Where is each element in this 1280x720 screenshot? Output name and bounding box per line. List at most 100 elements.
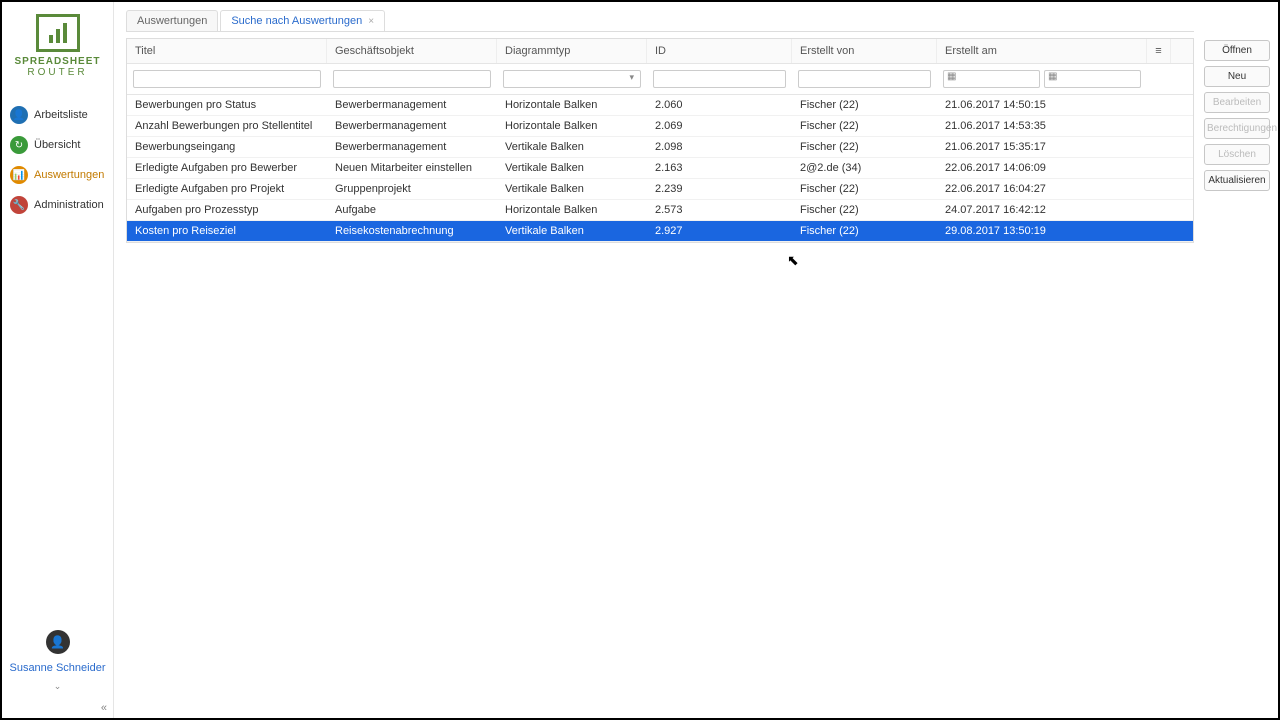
col-am[interactable]: Erstellt am [937,39,1147,63]
grid-body: Bewerbungen pro StatusBewerbermanagement… [127,95,1193,242]
brand-line1: SPREADSHEET [8,56,108,67]
cell-von: 2@2.de (34) [792,158,937,178]
cell-id: 2.927 [647,221,792,241]
close-icon[interactable]: × [368,16,374,27]
new-button[interactable]: Neu [1204,66,1270,87]
results-grid: Titel Geschäftsobjekt Diagrammtyp ID Ers… [126,38,1194,243]
cell-id: 2.239 [647,179,792,199]
table-row[interactable]: Aufgaben pro ProzesstypAufgabeHorizontal… [127,200,1193,221]
cell-obj: Gruppenprojekt [327,179,497,199]
grid-menu-icon[interactable]: ≡ [1147,39,1171,63]
refresh-button[interactable]: Aktualisieren [1204,170,1270,191]
cell-obj: Bewerbermanagement [327,95,497,115]
filter-von[interactable] [798,70,931,88]
col-id[interactable]: ID [647,39,792,63]
sidebar-item-1[interactable]: ↻ Übersicht [2,130,113,160]
sidebar-nav: 👤 Arbeitsliste ↻ Übersicht 📊 Auswertungen 🔧 Adm… [2,100,113,220]
grid-filter-row [127,64,1193,95]
tab-label: Suche nach Auswertungen [231,15,362,27]
cell-am: 22.06.2017 14:06:09 [937,158,1147,178]
filter-date-to[interactable] [1044,70,1141,88]
tab-1[interactable]: Suche nach Auswertungen × [220,10,385,31]
col-obj[interactable]: Geschäftsobjekt [327,39,497,63]
cell-am: 21.06.2017 15:35:17 [937,137,1147,157]
tab-0[interactable]: Auswertungen [126,10,218,31]
table-row[interactable]: Kosten pro ReisezielReisekostenabrechnun… [127,221,1193,242]
cell-am: 29.08.2017 13:50:19 [937,221,1147,241]
filter-typ-select[interactable] [503,70,641,88]
col-titel[interactable]: Titel [127,39,327,63]
tab-bar: Auswertungen Suche nach Auswertungen × [126,10,1194,32]
edit-button[interactable]: Bearbeiten [1204,92,1270,113]
table-row[interactable]: Erledigte Aufgaben pro BewerberNeuen Mit… [127,158,1193,179]
table-row[interactable]: Bewerbungen pro StatusBewerbermanagement… [127,95,1193,116]
action-bar: Öffnen Neu Bearbeiten Berechtigungen Lös… [1200,2,1278,718]
username-label: Susanne Schneider [9,662,105,674]
nav-icon: 👤 [10,106,28,124]
cell-obj: Neuen Mitarbeiter einstellen [327,158,497,178]
nav-icon: ↻ [10,136,28,154]
nav-label: Auswertungen [34,169,104,181]
brand-line2: ROUTER [8,67,108,78]
cell-typ: Vertikale Balken [497,158,647,178]
sidebar-item-3[interactable]: 🔧 Administration [2,190,113,220]
grid-header: Titel Geschäftsobjekt Diagrammtyp ID Ers… [127,39,1193,64]
filter-obj[interactable] [333,70,491,88]
cell-von: Fischer (22) [792,116,937,136]
table-row[interactable]: Erledigte Aufgaben pro ProjektGruppenpro… [127,179,1193,200]
cell-titel: Kosten pro Reiseziel [127,221,327,241]
cell-obj: Reisekostenabrechnung [327,221,497,241]
cell-von: Fischer (22) [792,137,937,157]
cell-titel: Aufgaben pro Prozesstyp [127,200,327,220]
user-block[interactable]: 👤 Susanne Schneider ⌄ [2,622,113,700]
cell-titel: Erledigte Aufgaben pro Projekt [127,179,327,199]
cell-id: 2.573 [647,200,792,220]
nav-icon: 🔧 [10,196,28,214]
nav-icon: 📊 [10,166,28,184]
cell-am: 22.06.2017 16:04:27 [937,179,1147,199]
filter-date-from[interactable] [943,70,1040,88]
tab-label: Auswertungen [137,15,207,27]
sidebar-item-2[interactable]: 📊 Auswertungen [2,160,113,190]
table-row[interactable]: Anzahl Bewerbungen pro StellentitelBewer… [127,116,1193,137]
cell-id: 2.098 [647,137,792,157]
cell-obj: Aufgabe [327,200,497,220]
col-von[interactable]: Erstellt von [792,39,937,63]
nav-label: Arbeitsliste [34,109,88,121]
cell-typ: Horizontale Balken [497,116,647,136]
cell-typ: Vertikale Balken [497,179,647,199]
permissions-button[interactable]: Berechtigungen [1204,118,1270,139]
delete-button[interactable]: Löschen [1204,144,1270,165]
cell-id: 2.163 [647,158,792,178]
cell-von: Fischer (22) [792,221,937,241]
open-button[interactable]: Öffnen [1204,40,1270,61]
cell-typ: Horizontale Balken [497,95,647,115]
chevron-down-icon: ⌄ [54,681,62,691]
cell-von: Fischer (22) [792,95,937,115]
cell-obj: Bewerbermanagement [327,116,497,136]
table-row[interactable]: BewerbungseingangBewerbermanagementVerti… [127,137,1193,158]
collapse-sidebar-icon[interactable]: « [2,700,113,718]
cell-typ: Horizontale Balken [497,200,647,220]
cell-id: 2.069 [647,116,792,136]
cell-am: 21.06.2017 14:53:35 [937,116,1147,136]
filter-titel[interactable] [133,70,321,88]
cell-am: 21.06.2017 14:50:15 [937,95,1147,115]
cell-id: 2.060 [647,95,792,115]
cell-titel: Erledigte Aufgaben pro Bewerber [127,158,327,178]
cell-obj: Bewerbermanagement [327,137,497,157]
cell-titel: Bewerbungseingang [127,137,327,157]
col-typ[interactable]: Diagrammtyp [497,39,647,63]
cell-titel: Anzahl Bewerbungen pro Stellentitel [127,116,327,136]
filter-id[interactable] [653,70,786,88]
avatar-icon: 👤 [46,630,70,654]
cell-typ: Vertikale Balken [497,221,647,241]
sidebar-item-0[interactable]: 👤 Arbeitsliste [2,100,113,130]
nav-label: Übersicht [34,139,80,151]
cell-am: 24.07.2017 16:42:12 [937,200,1147,220]
app-logo: SPREADSHEET ROUTER [8,14,108,78]
sidebar: SPREADSHEET ROUTER 👤 Arbeitsliste ↻ Übersic… [2,2,114,718]
nav-label: Administration [34,199,104,211]
cell-titel: Bewerbungen pro Status [127,95,327,115]
cell-von: Fischer (22) [792,200,937,220]
